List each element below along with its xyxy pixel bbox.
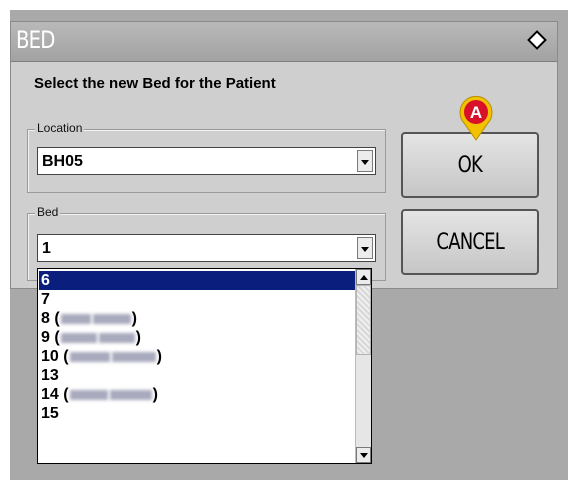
location-group-label: Location <box>35 121 85 135</box>
chevron-down-icon <box>361 160 369 165</box>
scroll-up-button[interactable] <box>356 269 371 285</box>
bed-option-number: 10 ( <box>41 348 69 365</box>
chevron-down-icon <box>360 453 368 458</box>
title-bar[interactable]: BED <box>11 22 557 62</box>
bed-option-label: 15 <box>41 404 59 423</box>
redacted-name <box>92 313 131 324</box>
bed-value: 1 <box>42 240 51 257</box>
bed-option-suffix: ) <box>152 386 158 403</box>
bed-option-label: 14 () <box>41 385 158 404</box>
bed-option-suffix: ) <box>156 348 162 365</box>
bed-select[interactable]: 1 <box>37 234 376 262</box>
scroll-down-button[interactable] <box>356 447 371 463</box>
bed-option[interactable]: 10 () <box>39 347 355 366</box>
bed-option-number: 6 <box>41 272 50 289</box>
bed-option-number: 7 <box>41 291 50 308</box>
chevron-up-icon <box>360 275 368 280</box>
bed-dropdown-list[interactable]: 678 () 9 () 10 () 13 14 () 15 <box>37 268 372 464</box>
bed-option[interactable]: 14 () <box>39 385 355 404</box>
bed-option-number: 8 ( <box>41 310 60 327</box>
bed-option-number: 15 <box>41 405 59 422</box>
location-select[interactable]: BH05 <box>37 147 376 175</box>
redacted-name <box>109 389 152 400</box>
bed-option-number: 9 ( <box>41 329 60 346</box>
scrollbar-thumb[interactable] <box>356 285 371 355</box>
bed-option[interactable]: 7 <box>39 290 355 309</box>
bed-option-number: 13 <box>41 367 59 384</box>
bed-option-number: 14 ( <box>41 386 69 403</box>
bed-option[interactable]: 8 () <box>39 309 355 328</box>
vertical-scrollbar[interactable] <box>355 269 371 463</box>
ok-button-label: OK <box>457 152 483 178</box>
location-group: Location BH05 <box>27 121 386 193</box>
cancel-button-label: CANCEL <box>436 229 504 255</box>
ok-button[interactable]: OK <box>401 132 539 198</box>
dialog-prompt: Select the new Bed for the Patient <box>34 75 276 92</box>
redacted-name <box>69 351 110 362</box>
bed-option[interactable]: 9 () <box>39 328 355 347</box>
redacted-name <box>98 332 135 343</box>
redacted-name <box>111 351 156 362</box>
location-value: BH05 <box>42 153 83 170</box>
redacted-name <box>60 313 91 324</box>
bed-option-label: 7 <box>41 290 50 309</box>
bed-option-label: 8 () <box>41 309 137 328</box>
bed-option-label: 13 <box>41 366 59 385</box>
bed-option[interactable]: 15 <box>39 404 355 423</box>
redacted-name <box>69 389 108 400</box>
annotation-marker-icon: A <box>459 95 493 141</box>
bed-option-label: 10 () <box>41 347 162 366</box>
dialog-title: BED <box>16 26 55 54</box>
bed-option-suffix: ) <box>135 329 141 346</box>
diamond-icon[interactable] <box>527 30 547 50</box>
bed-option-label: 6 <box>41 271 50 290</box>
bed-option[interactable]: 13 <box>39 366 355 385</box>
chevron-down-icon <box>361 247 369 252</box>
location-dropdown-button[interactable] <box>357 150 373 172</box>
cancel-button[interactable]: CANCEL <box>401 209 539 275</box>
marker-letter: A <box>470 103 482 122</box>
bed-group-label: Bed <box>35 205 61 219</box>
redacted-name <box>60 332 97 343</box>
bed-dialog: BED Select the new Bed for the Patient L… <box>10 21 558 289</box>
bed-option-label: 9 () <box>41 328 141 347</box>
bed-option-suffix: ) <box>131 310 137 327</box>
bed-option[interactable]: 6 <box>39 271 355 290</box>
bed-dropdown-button[interactable] <box>357 237 373 259</box>
